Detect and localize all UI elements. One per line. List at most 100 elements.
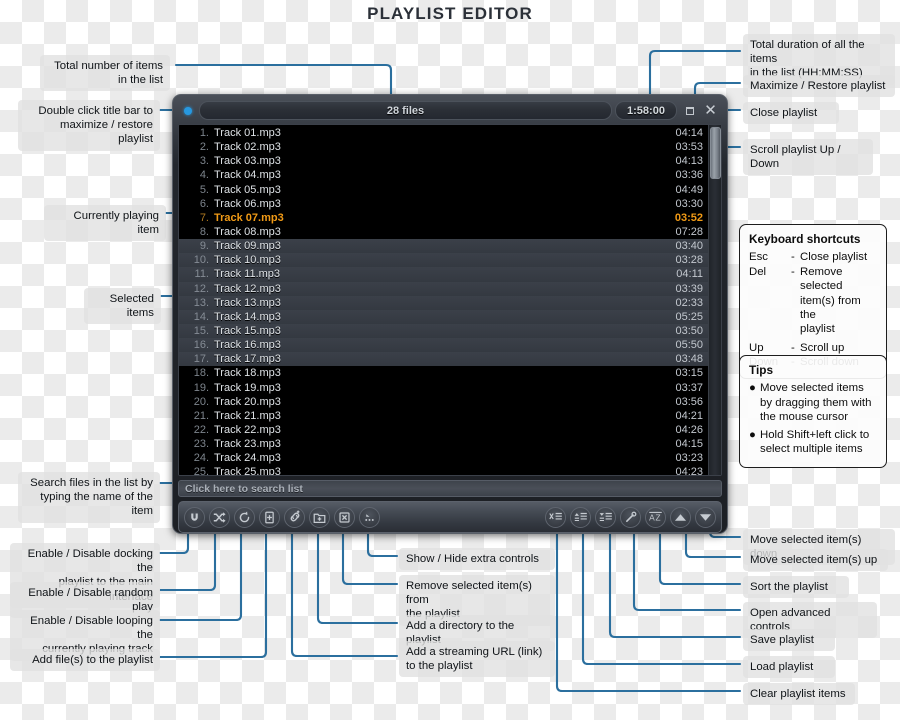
track-duration: 03:23 xyxy=(675,452,703,465)
track-number: 8. xyxy=(199,226,209,239)
track-row[interactable]: 23. Track 23.mp3 04:15 xyxy=(179,437,708,451)
track-row[interactable]: 13. Track 13.mp3 02:33 xyxy=(179,295,708,310)
add-directory-button[interactable] xyxy=(309,506,330,528)
track-name: Track 09.mp3 xyxy=(214,240,281,253)
track-row[interactable]: 21. Track 21.mp3 04:21 xyxy=(179,409,708,423)
track-name: Track 24.mp3 xyxy=(214,452,281,465)
track-number: 12. xyxy=(193,282,209,295)
track-row[interactable]: 25. Track 25.mp3 04:23 xyxy=(179,465,708,475)
shortcut-desc: Remove selected item(s) from the playlis… xyxy=(800,265,861,336)
track-row[interactable]: 3. Track 03.mp3 04:13 xyxy=(179,154,708,168)
track-name: Track 25.mp3 xyxy=(214,466,281,475)
track-number: 19. xyxy=(193,381,209,394)
track-number: 11. xyxy=(194,268,209,281)
track-number: 21. xyxy=(193,409,209,422)
track-duration: 03:15 xyxy=(675,367,703,380)
track-number: 7. xyxy=(199,211,209,224)
track-row[interactable]: 6. Track 06.mp3 03:30 xyxy=(179,197,708,211)
track-number: 4. xyxy=(199,169,209,182)
remove-item-icon xyxy=(339,511,350,523)
track-row[interactable]: 17. Track 17.mp3 03:48 xyxy=(179,352,708,367)
dock-playlist-button[interactable] xyxy=(184,506,205,528)
add-folder-icon xyxy=(313,513,326,523)
track-number: 17. xyxy=(193,353,209,366)
track-name: Track 15.mp3 xyxy=(214,325,281,338)
track-row[interactable]: 4. Track 04.mp3 03:36 xyxy=(179,168,708,182)
clear-playlist-button[interactable] xyxy=(545,506,566,528)
track-row[interactable]: 22. Track 22.mp3 04:26 xyxy=(179,423,708,437)
scrollbar-thumb[interactable] xyxy=(710,127,721,179)
track-row[interactable]: 24. Track 24.mp3 03:23 xyxy=(179,451,708,465)
maximize-restore-button[interactable] xyxy=(681,102,698,120)
track-row[interactable]: 10. Track 10.mp3 03:28 xyxy=(179,253,708,268)
playlist-titlebar[interactable]: 28 files 1:58:00 ✕ xyxy=(178,100,722,121)
track-number: 1. xyxy=(199,127,209,140)
save-playlist-button[interactable] xyxy=(595,506,616,528)
track-row[interactable]: 16. Track 16.mp3 05:50 xyxy=(179,338,708,353)
track-number: 9. xyxy=(199,240,209,253)
shortcut-key: Up xyxy=(749,341,764,354)
save-playlist-icon xyxy=(599,512,612,522)
track-list[interactable]: 1. Track 01.mp3 04:14 2. Track 02.mp3 03:53 3.… xyxy=(179,125,708,475)
loop-icon xyxy=(239,510,250,522)
callout-add-files: Add file(s) to the playlist xyxy=(10,649,160,672)
move-down-button[interactable] xyxy=(695,506,716,528)
loop-track-button[interactable] xyxy=(234,506,255,528)
track-row[interactable]: 9. Track 09.mp3 03:40 xyxy=(179,239,708,254)
callout-add-streaming: Add a streaming URL (link) to the playli… xyxy=(399,641,555,678)
track-number: 10. xyxy=(193,254,209,267)
track-name: Track 02.mp3 xyxy=(214,141,281,154)
track-row[interactable]: 15. Track 15.mp3 03:50 xyxy=(179,323,708,339)
sort-playlist-button[interactable]: A Z xyxy=(645,506,666,528)
track-duration: 03:40 xyxy=(675,240,703,253)
track-name: Track 01.mp3 xyxy=(214,127,281,140)
callout-move-up: Move selected item(s) up xyxy=(743,549,888,572)
track-row[interactable]: 11. Track 11.mp3 04:11 xyxy=(179,267,708,282)
track-row[interactable]: 1. Track 01.mp3 04:14 xyxy=(179,126,708,140)
track-duration: 05:25 xyxy=(675,310,703,323)
close-icon: ✕ xyxy=(704,102,717,119)
extra-controls-button[interactable] xyxy=(359,506,380,528)
add-url-button[interactable] xyxy=(284,506,305,528)
playlist-toolbar: A Z xyxy=(178,501,722,533)
track-row[interactable]: 8. Track 08.mp3 07:28 xyxy=(179,225,708,239)
remove-item-button[interactable] xyxy=(334,506,355,528)
random-play-button[interactable] xyxy=(209,506,230,528)
shortcut-dash: - xyxy=(791,265,795,278)
callout-currently-playing: Currently playing item xyxy=(44,205,166,242)
track-row[interactable]: 18. Track 18.mp3 03:15 xyxy=(179,366,708,380)
track-name: Track 20.mp3 xyxy=(214,395,281,408)
tip-item: ● Hold Shift+left click to select multip… xyxy=(749,428,877,457)
callout-selected-items: Selected items xyxy=(84,288,161,325)
track-row[interactable]: 2. Track 02.mp3 03:53 xyxy=(179,140,708,154)
track-name: Track 13.mp3 xyxy=(214,296,281,309)
keyboard-shortcut-row: Up - Scroll up xyxy=(749,341,877,355)
callout-search-files: Search files in the list by typing the n… xyxy=(18,472,160,523)
track-row[interactable]: 14. Track 14.mp3 05:25 xyxy=(179,309,708,324)
bullet-icon: ● xyxy=(749,382,756,395)
track-duration: 03:52 xyxy=(674,211,703,224)
shuffle-icon xyxy=(213,511,226,523)
bullet-icon: ● xyxy=(749,428,756,441)
track-row[interactable]: 19. Track 19.mp3 03:37 xyxy=(179,381,708,395)
move-up-button[interactable] xyxy=(670,506,691,528)
sort-az-icon: A Z xyxy=(649,511,662,523)
status-dot-icon xyxy=(184,106,192,115)
advanced-controls-button[interactable] xyxy=(620,506,641,528)
track-row[interactable]: 5. Track 05.mp3 04:49 xyxy=(179,183,708,197)
playlist-scrollbar[interactable] xyxy=(708,125,721,475)
playlist-window: 28 files 1:58:00 ✕ 1. Track 01.mp3 04:14 2.… xyxy=(172,94,728,534)
track-row[interactable]: 20. Track 20.mp3 03:56 xyxy=(179,395,708,409)
track-duration: 03:36 xyxy=(675,169,703,182)
track-row[interactable]: 12. Track 12.mp3 03:39 xyxy=(179,281,708,296)
track-number: 6. xyxy=(199,197,209,210)
load-playlist-button[interactable] xyxy=(570,506,591,528)
add-file-button[interactable] xyxy=(259,506,280,528)
track-row[interactable]: 7. Track 07.mp3 03:52 xyxy=(179,211,708,225)
track-name: Track 10.mp3 xyxy=(214,254,281,267)
close-playlist-button[interactable]: ✕ xyxy=(702,102,719,120)
clear-list-icon xyxy=(548,512,562,520)
callout-clear-playlist: Clear playlist items xyxy=(743,683,855,706)
track-number: 5. xyxy=(199,183,209,196)
search-input[interactable]: Click here to search list xyxy=(178,480,722,497)
